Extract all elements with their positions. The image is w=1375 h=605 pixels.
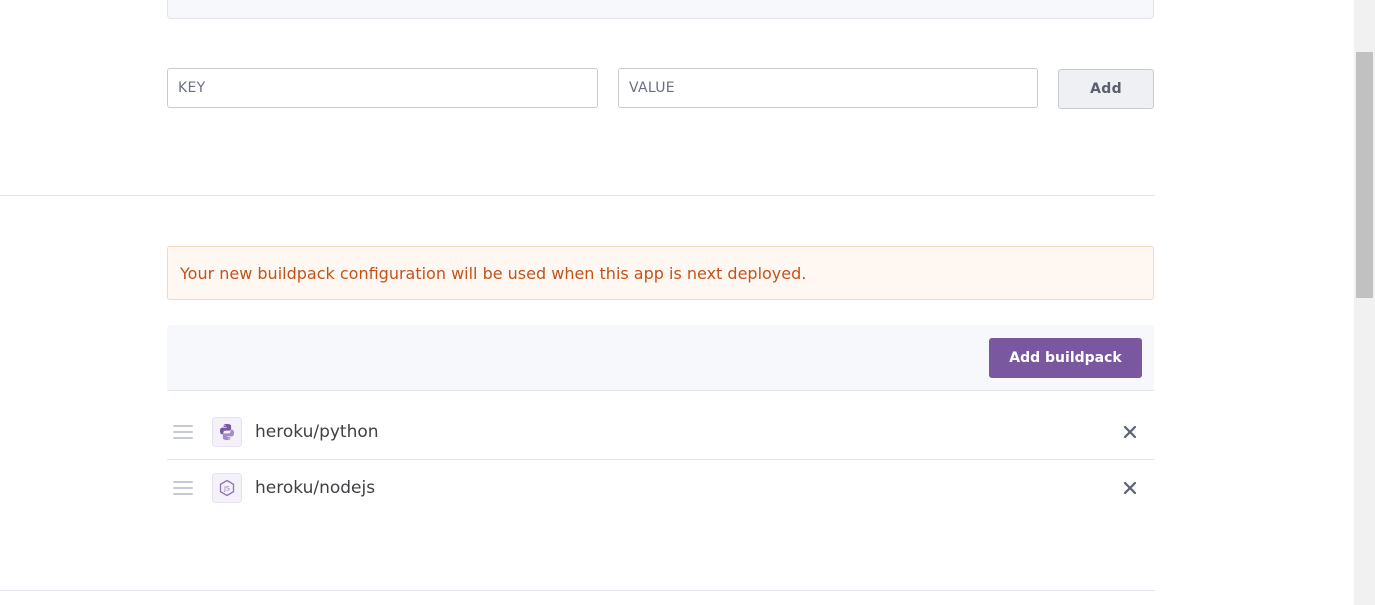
config-var-key-input[interactable] [167,68,598,108]
close-icon [1123,481,1137,494]
buildpack-header: Add buildpack [167,325,1154,391]
nodejs-icon: JS [212,472,242,503]
remove-buildpack-button[interactable] [1120,422,1140,442]
buildpack-name: heroku/python [255,421,379,442]
remove-buildpack-button[interactable] [1120,478,1140,498]
buildpack-row: heroku/python [167,404,1154,459]
drag-handle-icon[interactable] [173,424,193,439]
buildpack-notice: Your new buildpack configuration will be… [167,246,1154,300]
add-config-var-button[interactable]: Add [1058,69,1154,109]
buildpack-notice-text: Your new buildpack configuration will be… [180,263,807,283]
config-vars-table [167,0,1154,19]
svg-text:JS: JS [223,484,230,492]
config-var-value-input[interactable] [618,68,1038,108]
python-icon [212,416,242,447]
close-icon [1123,425,1137,438]
drag-handle-icon[interactable] [173,480,193,495]
section-divider [0,590,1155,591]
buildpack-name: heroku/nodejs [255,477,376,498]
buildpack-row: JS heroku/nodejs [167,459,1154,515]
add-buildpack-button[interactable]: Add buildpack [989,338,1142,378]
section-divider [0,195,1155,196]
buildpack-list: heroku/python JS heroku/nodejs [167,404,1154,515]
settings-page: Add Your new buildpack configuration wil… [0,0,1375,605]
scrollbar-thumb[interactable] [1356,52,1373,298]
